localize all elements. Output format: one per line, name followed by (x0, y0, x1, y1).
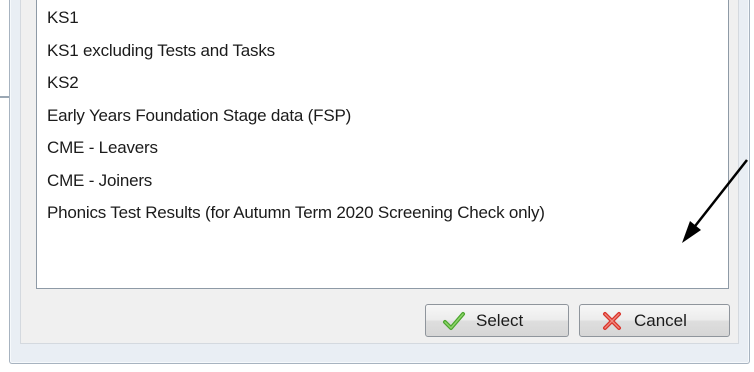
dialog-panel: KS1 KS1 excluding Tests and Tasks KS2 Ea… (20, 0, 739, 344)
list-item-cme-leavers[interactable]: CME - Leavers (47, 137, 718, 170)
list-item-ks1[interactable]: KS1 (47, 7, 718, 40)
screenshot: KS1 KS1 excluding Tests and Tasks KS2 Ea… (0, 0, 754, 372)
data-type-list: KS1 KS1 excluding Tests and Tasks KS2 Ea… (47, 7, 718, 235)
cancel-button-label: Cancel (634, 310, 687, 330)
list-item-ks2[interactable]: KS2 (47, 72, 718, 105)
cross-icon (600, 309, 624, 333)
dialog-button-row: Select Cancel (21, 304, 740, 340)
list-item-ks1-excluding-tests[interactable]: KS1 excluding Tests and Tasks (47, 40, 718, 73)
list-item-early-years[interactable]: Early Years Foundation Stage data (FSP) (47, 105, 718, 138)
select-button[interactable]: Select (425, 304, 569, 337)
select-button-label: Select (476, 310, 524, 330)
dialog: KS1 KS1 excluding Tests and Tasks KS2 Ea… (9, 0, 750, 364)
window-edge-marker (0, 96, 9, 98)
list-item-phonics-test-results[interactable]: Phonics Test Results (for Autumn Term 20… (47, 202, 718, 235)
cancel-button[interactable]: Cancel (579, 304, 730, 337)
data-type-listbox[interactable]: KS1 KS1 excluding Tests and Tasks KS2 Ea… (36, 0, 729, 289)
list-item-cme-joiners[interactable]: CME - Joiners (47, 170, 718, 203)
checkmark-icon (442, 309, 466, 333)
